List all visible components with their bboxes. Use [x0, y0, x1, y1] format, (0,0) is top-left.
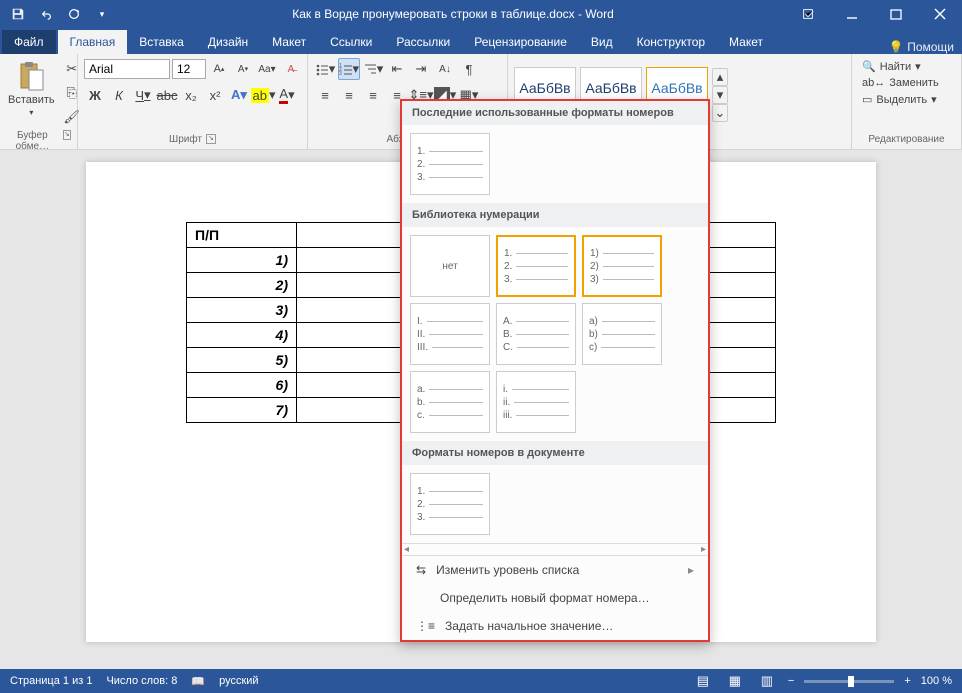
numbering-section-doc: Форматы номеров в документе: [402, 441, 708, 465]
view-print-button[interactable]: ▦: [724, 670, 746, 692]
copy-button[interactable]: ⎘: [61, 82, 83, 104]
tab-view[interactable]: Вид: [579, 30, 625, 54]
align-right-button[interactable]: ≡: [362, 84, 384, 106]
highlight-button[interactable]: ab▾: [252, 84, 274, 106]
numbering-format-decimal-dot[interactable]: 1. 2. 3.: [496, 235, 576, 297]
bold-button[interactable]: Ж: [84, 84, 106, 106]
styles-scroll-down[interactable]: ▾: [712, 86, 728, 104]
numbering-format-alpha-lower-dot[interactable]: a. b. c.: [410, 371, 490, 433]
superscript-button[interactable]: x²: [204, 84, 226, 106]
tab-review[interactable]: Рецензирование: [462, 30, 579, 54]
numbering-section-library: Библиотека нумерации: [402, 203, 708, 227]
status-words[interactable]: Число слов: 8: [106, 675, 177, 687]
shrink-font-button[interactable]: A▾: [232, 58, 254, 80]
styles-scroll-up[interactable]: ▴: [712, 68, 728, 86]
numbering-change-level[interactable]: ⇆ Изменить уровень списка ▸: [402, 556, 708, 584]
select-button[interactable]: ▭ Выделить ▾: [858, 91, 941, 108]
tab-insert[interactable]: Вставка: [127, 30, 196, 54]
find-button[interactable]: 🔍 Найти ▾: [858, 58, 925, 75]
change-case-button[interactable]: Aa▾: [256, 58, 278, 80]
ribbon-options-button[interactable]: [786, 0, 830, 28]
align-center-button[interactable]: ≡: [338, 84, 360, 106]
strike-button[interactable]: abc: [156, 84, 178, 106]
svg-text:3: 3: [339, 71, 342, 76]
align-left-button[interactable]: ≡: [314, 84, 336, 106]
save-button[interactable]: [6, 2, 30, 26]
tab-mailings[interactable]: Рассылки: [384, 30, 462, 54]
cut-button[interactable]: ✂: [61, 58, 83, 80]
italic-button[interactable]: К: [108, 84, 130, 106]
text-effects-button[interactable]: A▾: [228, 84, 250, 106]
numbering-section-recent: Последние использованные форматы номеров: [402, 101, 708, 125]
numbering-format-roman-upper[interactable]: I. II. III.: [410, 303, 490, 365]
multilevel-button[interactable]: ▾: [362, 58, 384, 80]
status-proofing-icon[interactable]: 📖: [191, 675, 205, 688]
status-bar: Страница 1 из 1 Число слов: 8 📖 русский …: [0, 669, 962, 693]
numbering-format-alpha-upper[interactable]: A. B. C.: [496, 303, 576, 365]
tab-layout[interactable]: Макет: [260, 30, 318, 54]
numbering-button[interactable]: 123▾: [338, 58, 360, 80]
tab-home[interactable]: Главная: [58, 30, 128, 54]
underline-button[interactable]: Ч▾: [132, 84, 154, 106]
numbering-format-roman-lower[interactable]: i. ii. iii.: [496, 371, 576, 433]
view-read-button[interactable]: ▤: [692, 670, 714, 692]
increase-indent-button[interactable]: ⇥: [410, 58, 432, 80]
numbering-format-doc-1[interactable]: 1. 2. 3.: [410, 473, 490, 535]
numbering-dropdown: Последние использованные форматы номеров…: [400, 99, 710, 642]
qat-customize[interactable]: ▾: [90, 2, 114, 26]
close-button[interactable]: [918, 0, 962, 28]
zoom-level[interactable]: 100 %: [921, 675, 952, 687]
title-bar: ▾ Как в Ворде пронумеровать строки в таб…: [0, 0, 962, 28]
tab-table-layout[interactable]: Макет: [717, 30, 775, 54]
window-title: Как в Ворде пронумеровать строки в табли…: [120, 7, 786, 21]
grow-font-button[interactable]: A▴: [208, 58, 230, 80]
tell-me[interactable]: 💡 Помощи: [889, 40, 954, 54]
tab-table-design[interactable]: Конструктор: [625, 30, 717, 54]
ribbon-tabs: Файл Главная Вставка Дизайн Макет Ссылки…: [0, 28, 962, 54]
set-value-icon: ⋮≡: [416, 619, 435, 633]
replace-button[interactable]: ab↔ Заменить: [858, 75, 943, 91]
numbering-define-new[interactable]: Определить новый формат номера…: [402, 584, 708, 612]
minimize-button[interactable]: [830, 0, 874, 28]
maximize-button[interactable]: [874, 0, 918, 28]
undo-button[interactable]: [34, 2, 58, 26]
styles-more[interactable]: ⌄: [712, 104, 728, 122]
numbering-scroll-right[interactable]: ▸: [701, 544, 706, 555]
status-language[interactable]: русский: [219, 675, 258, 687]
bullets-button[interactable]: ▾: [314, 58, 336, 80]
submenu-arrow-icon: ▸: [688, 563, 694, 577]
paste-button[interactable]: Вставить ▾: [6, 58, 57, 119]
zoom-slider[interactable]: [804, 680, 894, 683]
show-marks-button[interactable]: ¶: [458, 58, 480, 80]
format-painter-button[interactable]: 🖌: [61, 106, 83, 128]
numbering-set-value[interactable]: ⋮≡ Задать начальное значение…: [402, 612, 708, 640]
sort-button[interactable]: A↓: [434, 58, 456, 80]
zoom-out-button[interactable]: −: [788, 675, 794, 687]
redo-button[interactable]: [62, 2, 86, 26]
zoom-in-button[interactable]: +: [904, 675, 910, 687]
numbering-format-decimal-paren[interactable]: 1) 2) 3): [582, 235, 662, 297]
decrease-indent-button[interactable]: ⇤: [386, 58, 408, 80]
font-name-combo[interactable]: [84, 59, 170, 79]
font-color-button[interactable]: A▾: [276, 84, 298, 106]
status-page[interactable]: Страница 1 из 1: [10, 675, 92, 687]
numbering-scroll-left[interactable]: ◂: [404, 544, 409, 555]
tab-file[interactable]: Файл: [2, 30, 56, 54]
subscript-button[interactable]: x₂: [180, 84, 202, 106]
numbering-format-recent[interactable]: 1. 2. 3.: [410, 133, 490, 195]
tab-design[interactable]: Дизайн: [196, 30, 260, 54]
view-web-button[interactable]: ▥: [756, 670, 778, 692]
numbering-none[interactable]: нет: [410, 235, 490, 297]
font-launcher[interactable]: ↘: [206, 134, 216, 144]
clipboard-launcher[interactable]: ↘: [63, 130, 71, 140]
numbering-format-alpha-lower-paren[interactable]: a) b) c): [582, 303, 662, 365]
tab-references[interactable]: Ссылки: [318, 30, 384, 54]
list-level-icon: ⇆: [416, 563, 426, 577]
font-size-combo[interactable]: [172, 59, 206, 79]
clear-format-button[interactable]: A̶: [280, 58, 302, 80]
